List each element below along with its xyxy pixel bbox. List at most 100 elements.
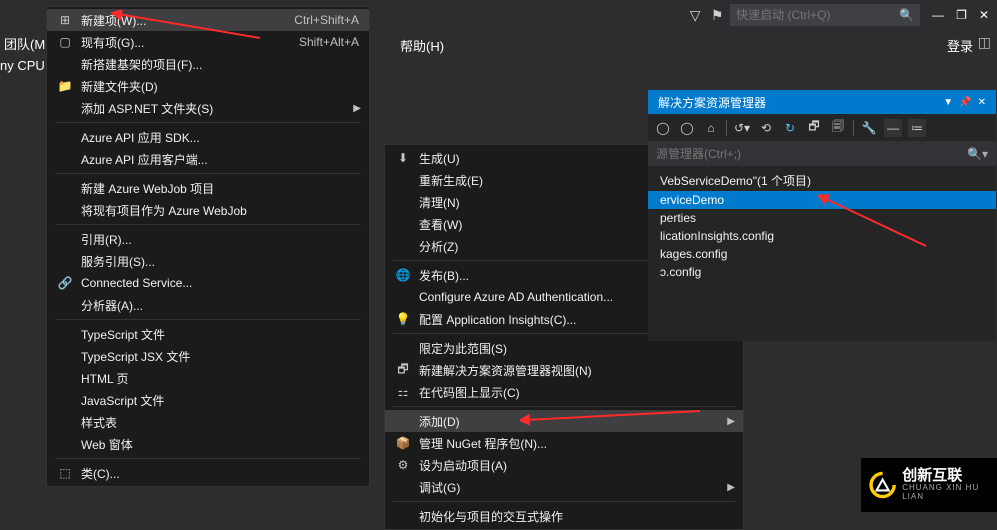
logo-mark-icon [869, 469, 896, 501]
quick-launch[interactable]: 🔍 [730, 4, 920, 26]
filter-icon[interactable]: ▽ [686, 6, 704, 24]
menu-item-label: Azure API 应用 SDK... [81, 129, 200, 146]
menu-item-label: 现有项(G)... [81, 34, 144, 51]
maximize-button[interactable]: ❐ [956, 8, 967, 22]
avatar-icon[interactable]: ◫ [978, 34, 991, 51]
search-icon[interactable]: 🔍 [899, 8, 914, 22]
solex-search-input[interactable] [656, 147, 967, 161]
menu-item[interactable]: 新搭建基架的项目(F)... [47, 53, 369, 75]
menu-item[interactable]: ⚙设为启动项目(A) [385, 454, 743, 476]
menu-item-label: HTML 页 [81, 370, 129, 387]
menu-item[interactable]: 📁新建文件夹(D) [47, 75, 369, 97]
menu-item-label: 调试(G) [419, 479, 460, 496]
menu-item[interactable]: 服务引用(S)... [47, 250, 369, 272]
solution-explorer-toolbar: ◯ ◯ ⌂ ↺▾ ⟲ ↻ 🗗 🗐 🔧 — ≔ [648, 114, 996, 142]
forward-icon[interactable]: ◯ [678, 119, 696, 137]
tree-row[interactable]: VebServiceDemo"(1 个项目) [648, 170, 996, 191]
tree-row[interactable]: ɔ.config [648, 263, 996, 281]
menu-item[interactable]: Web 窗体 [47, 433, 369, 455]
menu-item[interactable]: 添加(D)▶ [385, 410, 743, 432]
menu-item[interactable]: TypeScript JSX 文件 [47, 345, 369, 367]
history-icon[interactable]: ↺▾ [733, 119, 751, 137]
new_item-icon: ⊞ [55, 12, 75, 28]
blank-icon [55, 56, 75, 72]
tree-row[interactable]: perties [648, 209, 996, 227]
menu-item[interactable]: 样式表 [47, 411, 369, 433]
menu-help[interactable]: 帮助(H) [400, 36, 444, 55]
menu-item[interactable]: ⊞新建项(W)...Ctrl+Shift+A [47, 9, 369, 31]
menu-item[interactable]: Azure API 应用 SDK... [47, 126, 369, 148]
menu-item-label: Web 窗体 [81, 436, 133, 453]
home-icon[interactable]: ⌂ [702, 119, 720, 137]
menu-item[interactable]: HTML 页 [47, 367, 369, 389]
blank-icon [55, 151, 75, 167]
properties-icon[interactable]: 🔧 [860, 119, 878, 137]
menu-team[interactable]: 团队(M [4, 34, 45, 53]
menu-item-label: 在代码图上显示(C) [419, 384, 520, 401]
refresh-icon[interactable]: ↻ [781, 119, 799, 137]
class-icon: ⬚ [55, 465, 75, 481]
menu-item[interactable]: ⬚类(C)... [47, 462, 369, 484]
close-button[interactable]: ✕ [979, 8, 989, 22]
menu-item[interactable]: TypeScript 文件 [47, 323, 369, 345]
search-icon[interactable]: 🔍▾ [967, 147, 988, 161]
menu-item-label: 新建解决方案资源管理器视图(N) [419, 362, 592, 379]
menu-item[interactable]: ▢现有项(G)...Shift+Alt+A [47, 31, 369, 53]
solution-explorer-search[interactable]: 🔍▾ [648, 142, 996, 166]
blank-icon [55, 326, 75, 342]
build-icon: ⬇ [393, 150, 413, 166]
collapse-icon[interactable]: 🗗 [805, 119, 823, 137]
menu-item[interactable]: 🔗Connected Service... [47, 272, 369, 294]
separator [55, 458, 361, 459]
logo-sub: CHUANG XIN HU LIAN [902, 484, 989, 502]
solution-tree: VebServiceDemo"(1 个项目)erviceDemopertiesl… [648, 166, 996, 341]
close-panel-icon[interactable]: ✕ [978, 97, 986, 108]
menu-item[interactable]: 分析器(A)... [47, 294, 369, 316]
flag-icon[interactable]: ⚑ [708, 6, 726, 24]
logo-name: 创新互联 [902, 468, 989, 485]
signin-link[interactable]: 登录 [947, 36, 973, 55]
menu-item[interactable]: 初始化与项目的交互式操作 [385, 505, 743, 527]
tree-row[interactable]: kages.config [648, 245, 996, 263]
menu-item-label: 添加(D) [419, 413, 460, 430]
blank-icon [55, 414, 75, 430]
menu-item[interactable]: 引用(R)... [47, 228, 369, 250]
nuget-icon: 📦 [393, 435, 413, 451]
menu-item[interactable]: ⚏在代码图上显示(C) [385, 381, 743, 403]
tree-row[interactable]: erviceDemo [648, 191, 996, 209]
menu-item[interactable]: Azure API 应用客户端... [47, 148, 369, 170]
sync-icon[interactable]: ⟲ [757, 119, 775, 137]
menu-item-label: TypeScript JSX 文件 [81, 348, 190, 365]
solution-explorer-title[interactable]: 解决方案资源管理器 ▼ 📌 ✕ [648, 90, 996, 114]
menu-item-label: 新建项(W)... [81, 12, 146, 29]
showall-icon[interactable]: 🗐 [829, 119, 847, 137]
menu-item[interactable]: 将现有项目作为 Azure WebJob [47, 199, 369, 221]
menu-item[interactable]: 🗗新建解决方案资源管理器视图(N) [385, 359, 743, 381]
menu-item-label: JavaScript 文件 [81, 392, 164, 409]
toggle1-icon[interactable]: — [884, 119, 902, 137]
add-submenu: ⊞新建项(W)...Ctrl+Shift+A▢现有项(G)...Shift+Al… [46, 6, 370, 487]
dropdown-icon[interactable]: ▼ [943, 97, 953, 108]
menu-item[interactable]: 📦管理 NuGet 程序包(N)... [385, 432, 743, 454]
quick-launch-input[interactable] [736, 8, 886, 22]
gear-icon: ⚙ [393, 457, 413, 473]
blank-icon [55, 370, 75, 386]
minimize-button[interactable]: — [932, 8, 944, 22]
blank-icon [55, 348, 75, 364]
separator [393, 501, 735, 502]
menu-item-label: 新建 Azure WebJob 项目 [81, 180, 214, 197]
toggle2-icon[interactable]: ≔ [908, 119, 926, 137]
back-icon[interactable]: ◯ [654, 119, 672, 137]
pin-icon[interactable]: 📌 [959, 97, 971, 108]
menu-item-label: 查看(W) [419, 216, 462, 233]
menu-item[interactable]: 新建 Azure WebJob 项目 [47, 177, 369, 199]
menu-item-label: 限定为此范围(S) [419, 340, 507, 357]
menu-item[interactable]: 调试(G)▶ [385, 476, 743, 498]
menu-item-label: 发布(B)... [419, 267, 469, 284]
menu-item[interactable]: 添加 ASP.NET 文件夹(S)▶ [47, 97, 369, 119]
blank-icon [393, 340, 413, 356]
blank-icon [393, 238, 413, 254]
menu-item[interactable]: JavaScript 文件 [47, 389, 369, 411]
separator [55, 319, 361, 320]
tree-row[interactable]: licationInsights.config [648, 227, 996, 245]
